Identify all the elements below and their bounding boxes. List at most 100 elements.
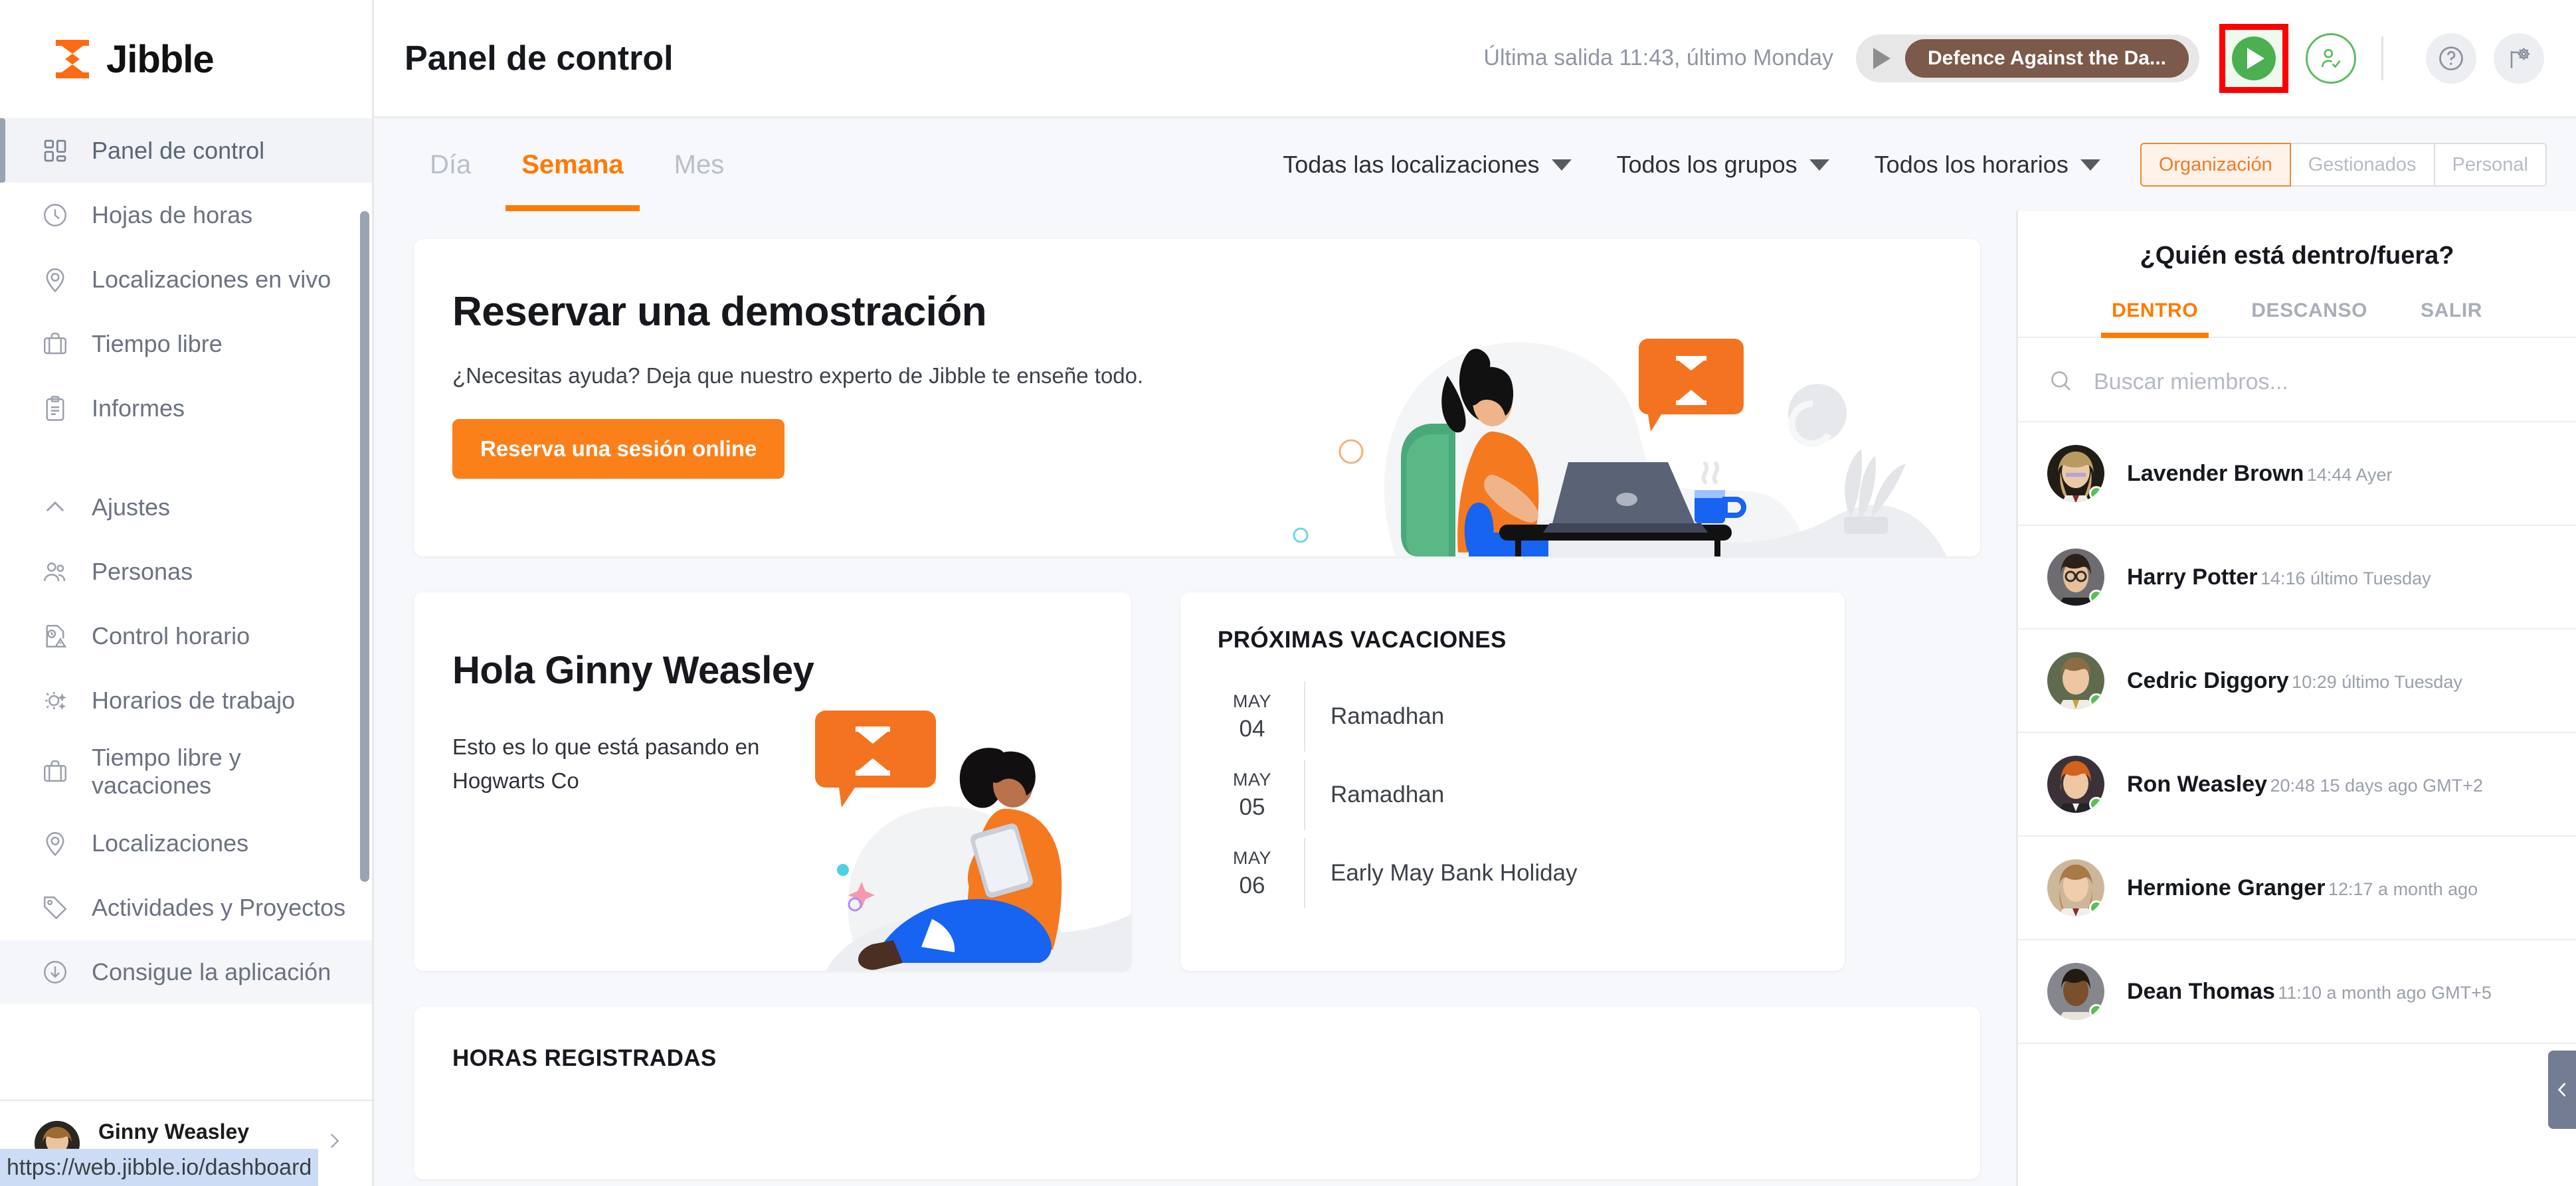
tab-dia[interactable]: Día bbox=[405, 118, 496, 211]
cards-row: Hola Ginny Weasley Esto es lo que está p… bbox=[414, 592, 1980, 971]
member-name: Ron Weasley bbox=[2127, 771, 2268, 797]
member-info: Cedric Diggory 10:29 último Tuesday bbox=[2127, 668, 2462, 694]
sidebar-item-actividades-y-proyectos[interactable]: Actividades y Proyectos bbox=[0, 875, 372, 940]
greeting-card: Hola Ginny Weasley Esto es lo que está p… bbox=[414, 592, 1131, 971]
sidebar-scrollbar[interactable] bbox=[360, 211, 369, 882]
member-row[interactable]: Harry Potter 14:16 último Tuesday bbox=[2018, 526, 2576, 630]
map-pin-icon bbox=[40, 264, 70, 295]
member-name: Dean Thomas bbox=[2127, 978, 2275, 1004]
avatar bbox=[2047, 549, 2104, 606]
current-activity-pill[interactable]: Defence Against the Da... bbox=[1856, 34, 2199, 82]
upcoming-holidays-list: MAY 04 Ramadhan MAY 05 Ramadhan MAY 06 E… bbox=[1218, 677, 1807, 912]
book-demo-card: Reservar una demostración ¿Necesitas ayu… bbox=[414, 239, 1980, 556]
holiday-month: MAY bbox=[1232, 847, 1271, 868]
sidebar-item-label: Informes bbox=[92, 394, 185, 422]
holiday-date: MAY 05 bbox=[1218, 756, 1287, 834]
sidebar-item-personas[interactable]: Personas bbox=[0, 539, 372, 604]
member-row[interactable]: Lavender Brown 14:44 Ayer bbox=[2018, 422, 2576, 526]
tab-dentro[interactable]: DENTRO bbox=[2085, 299, 2225, 338]
app-header: Panel de control Última salida 11:43, úl… bbox=[374, 0, 2576, 118]
book-demo-button[interactable]: Reserva una sesión online bbox=[452, 419, 785, 479]
period-tabs: Día Semana Mes bbox=[405, 118, 749, 211]
subheader-filters: Día Semana Mes Todas las localizaciones … bbox=[374, 118, 2576, 211]
chevron-down-icon bbox=[1809, 159, 1829, 171]
filter-locations-label: Todas las localizaciones bbox=[1283, 151, 1540, 178]
sidebar-item-label: Consigue la aplicación bbox=[92, 958, 331, 985]
play-button-icon[interactable] bbox=[2232, 36, 2276, 80]
scope-gestionados[interactable]: Gestionados bbox=[2290, 143, 2435, 187]
search-input[interactable]: Buscar miembros... bbox=[2094, 369, 2288, 395]
brand-logo-area[interactable]: Jibble bbox=[0, 0, 372, 118]
sidebar-item-label: Localizaciones en vivo bbox=[92, 265, 331, 293]
member-info: Hermione Granger 12:17 a month ago bbox=[2127, 875, 2478, 901]
sidebar-item-tiempo-libre-y-vacaciones[interactable]: Tiempo libre y vacaciones bbox=[0, 732, 372, 811]
gear-flag-icon[interactable] bbox=[2494, 33, 2544, 84]
member-row[interactable]: Cedric Diggory 10:29 último Tuesday bbox=[2018, 630, 2576, 733]
member-search[interactable]: Buscar miembros... bbox=[2018, 338, 2576, 422]
header-divider bbox=[2381, 36, 2383, 80]
avatar bbox=[2047, 756, 2104, 813]
sidebar-item-localizaciones[interactable]: Localizaciones bbox=[0, 811, 372, 875]
filter-locations[interactable]: Todas las localizaciones bbox=[1260, 151, 1594, 179]
chevron-down-icon bbox=[1551, 159, 1572, 171]
scope-organizacion[interactable]: Organización bbox=[2140, 143, 2291, 187]
holiday-day: 05 bbox=[1239, 794, 1265, 820]
member-row[interactable]: Ron Weasley 20:48 15 days ago GMT+2 bbox=[2018, 733, 2576, 837]
scope-personal[interactable]: Personal bbox=[2435, 143, 2547, 187]
sidebar-group-label: Ajustes bbox=[92, 493, 171, 521]
filter-groups[interactable]: Todos los grupos bbox=[1594, 151, 1852, 179]
upcoming-holidays-title: PRÓXIMAS VACACIONES bbox=[1218, 627, 1507, 653]
status-badge bbox=[2089, 1004, 2104, 1019]
holiday-divider bbox=[1304, 838, 1305, 908]
member-time: 11:10 a month ago GMT+5 bbox=[2278, 982, 2492, 1003]
holiday-date: MAY 04 bbox=[1218, 677, 1287, 756]
user-check-icon[interactable] bbox=[2306, 33, 2356, 84]
filter-schedules[interactable]: Todos los horarios bbox=[1852, 151, 2123, 179]
sidebar-item-consigue-la-aplicacion[interactable]: Consigue la aplicación bbox=[0, 940, 372, 1004]
clipboard-icon bbox=[40, 393, 70, 424]
brand-name: Jibble bbox=[106, 37, 215, 81]
member-row[interactable]: Hermione Granger 12:17 a month ago bbox=[2018, 837, 2576, 940]
status-badge bbox=[2089, 693, 2104, 708]
search-icon bbox=[2047, 367, 2074, 397]
upcoming-holidays-card: PRÓXIMAS VACACIONES MAY 04 Ramadhan MAY bbox=[1180, 592, 1845, 971]
last-clock-out-text: Última salida 11:43, último Monday bbox=[1483, 45, 1834, 70]
chevron-right-icon bbox=[323, 1129, 345, 1159]
browser-status-url: https://web.jibble.io/dashboard bbox=[0, 1149, 319, 1186]
tab-mes[interactable]: Mes bbox=[649, 118, 750, 211]
tracked-hours-title: HORAS REGISTRADAS bbox=[452, 1045, 717, 1071]
member-time: 14:44 Ayer bbox=[2306, 464, 2393, 485]
sidebar-item-hojas-de-horas[interactable]: Hojas de horas bbox=[0, 183, 372, 247]
tab-semana[interactable]: Semana bbox=[496, 118, 648, 211]
sidebar-item-label: Tiempo libre y vacaciones bbox=[92, 743, 241, 799]
collapse-panel-button[interactable] bbox=[2548, 1051, 2576, 1129]
tab-salir[interactable]: SALIR bbox=[2394, 299, 2509, 337]
sidebar-item-informes[interactable]: Informes bbox=[0, 376, 372, 440]
tag-icon bbox=[40, 892, 70, 923]
briefcase-icon bbox=[40, 756, 70, 787]
sidebar-item-label: Actividades y Proyectos bbox=[92, 893, 346, 921]
sidebar: Jibble Panel de control Hojas de horas L… bbox=[0, 0, 374, 1186]
question-circle-icon[interactable] bbox=[2426, 33, 2476, 84]
sidebar-group-ajustes[interactable]: Ajustes bbox=[0, 475, 372, 539]
sidebar-item-control-horario[interactable]: Control horario bbox=[0, 604, 372, 668]
holiday-row: MAY 04 Ramadhan bbox=[1218, 677, 1807, 756]
sidebar-item-horarios-de-trabajo[interactable]: Horarios de trabajo bbox=[0, 668, 372, 732]
member-info: Dean Thomas 11:10 a month ago GMT+5 bbox=[2127, 979, 2492, 1005]
clock-icon bbox=[40, 200, 70, 230]
time-policy-icon bbox=[40, 621, 70, 651]
page-title: Panel de control bbox=[405, 39, 674, 78]
sidebar-item-localizaciones-en-vivo[interactable]: Localizaciones en vivo bbox=[0, 247, 372, 311]
sidebar-item-tiempo-libre[interactable]: Tiempo libre bbox=[0, 311, 372, 376]
holiday-row: MAY 05 Ramadhan bbox=[1218, 756, 1807, 834]
sidebar-item-label: Panel de control bbox=[92, 136, 265, 164]
holiday-date: MAY 06 bbox=[1218, 834, 1287, 912]
who-is-in-title: ¿Quién está dentro/fuera? bbox=[2140, 242, 2454, 270]
member-info: Ron Weasley 20:48 15 days ago GMT+2 bbox=[2127, 772, 2483, 798]
member-row[interactable]: Dean Thomas 11:10 a month ago GMT+5 bbox=[2018, 940, 2576, 1044]
sidebar-item-panel-de-control[interactable]: Panel de control bbox=[0, 118, 372, 183]
member-time: 12:17 a month ago bbox=[2328, 879, 2478, 899]
holiday-name: Ramadhan bbox=[1331, 782, 1445, 807]
tab-descanso[interactable]: DESCANSO bbox=[2225, 299, 2394, 337]
app-window: Jibble Panel de control Hojas de horas L… bbox=[0, 0, 2576, 1186]
